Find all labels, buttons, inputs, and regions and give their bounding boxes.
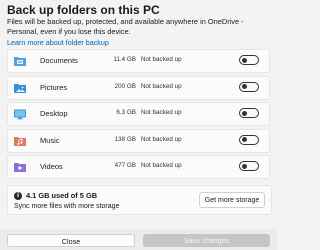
folder-size: 138 GB	[114, 135, 136, 143]
folder-row-documents: Documents 11.4 GB Not backed up	[7, 49, 270, 73]
storage-used-text: 4.1 GB used of 5 GB	[26, 191, 98, 200]
backup-folders-dialog: Back up folders on this PC Files will be…	[0, 0, 277, 250]
backup-toggle-documents[interactable]	[239, 55, 259, 65]
folder-list: Documents 11.4 GB Not backed up Pictures…	[7, 49, 270, 182]
folder-row-music: Music 138 GB Not backed up	[7, 128, 270, 153]
folder-row-desktop: Desktop 6.3 GB Not backed up	[7, 102, 270, 126]
documents-folder-icon	[14, 57, 26, 66]
get-more-storage-button[interactable]: Get more storage	[199, 192, 265, 208]
backup-toggle-music[interactable]	[239, 134, 259, 145]
desktop-folder-icon	[14, 109, 26, 120]
backup-toggle-videos[interactable]	[239, 161, 259, 171]
storage-sync-text: Sync more files with more storage	[14, 203, 120, 210]
backup-status: Not backed up	[141, 162, 182, 169]
storage-panel: i 4.1 GB used of 5 GB Sync more files wi…	[7, 185, 272, 215]
dialog-description: Files will be backed up, protected, and …	[7, 17, 244, 36]
folder-size: 6.3 GB	[116, 109, 136, 116]
folder-size: 477 GB	[114, 162, 136, 169]
folder-name: Documents	[40, 56, 78, 65]
dialog-footer: Close Save changes	[0, 229, 277, 250]
folder-row-videos: Videos 477 GB Not backed up	[7, 155, 270, 179]
info-icon: i	[14, 192, 22, 200]
folder-size: 11.4 GB	[113, 56, 136, 63]
backup-status: Not backed up	[141, 109, 182, 116]
learn-more-link[interactable]: Learn more about folder backup	[7, 38, 109, 47]
folder-name: Videos	[40, 162, 63, 171]
folder-name: Desktop	[40, 109, 68, 118]
backup-toggle-pictures[interactable]	[239, 81, 259, 92]
backup-toggle-desktop[interactable]	[239, 108, 259, 118]
backup-status: Not backed up	[141, 135, 182, 143]
close-button[interactable]: Close	[7, 234, 135, 247]
folder-name: Pictures	[40, 82, 68, 92]
save-changes-button[interactable]: Save changes	[143, 234, 270, 247]
folder-row-pictures: Pictures 200 GB Not backed up	[7, 75, 270, 100]
videos-folder-icon	[14, 163, 26, 172]
dialog-title: Back up folders on this PC	[7, 3, 160, 17]
folder-name: Music	[40, 135, 60, 145]
backup-status: Not backed up	[141, 56, 182, 63]
music-folder-icon	[14, 136, 26, 146]
backup-status: Not backed up	[141, 82, 182, 90]
folder-size: 200 GB	[114, 82, 136, 90]
pictures-folder-icon	[14, 83, 26, 93]
